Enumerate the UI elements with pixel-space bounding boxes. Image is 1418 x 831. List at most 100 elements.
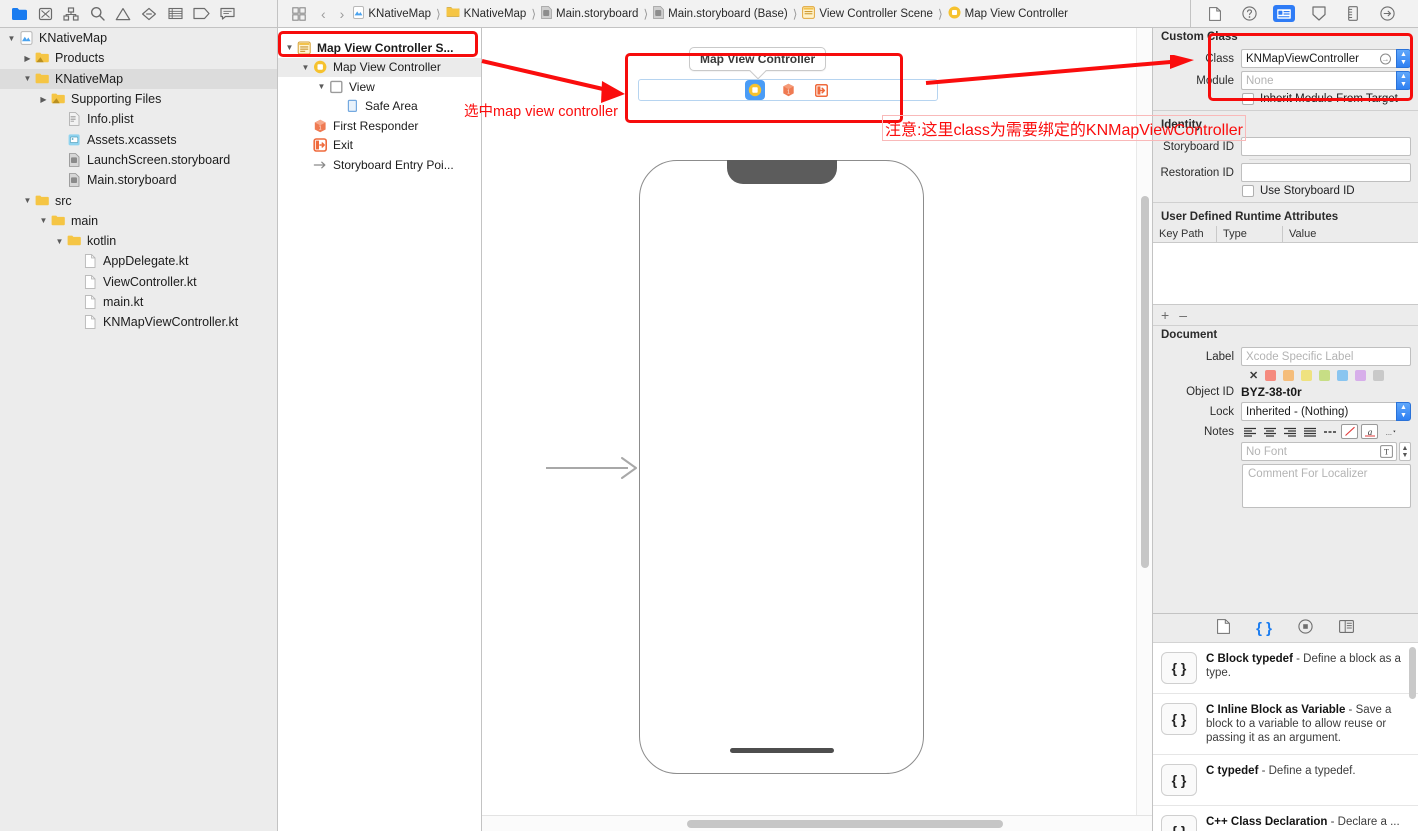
storyboard-id-input[interactable]	[1241, 137, 1411, 156]
project-navigator[interactable]: ▼ KNativeMap ▶ Products ▼ KNativeMap ▶ Supporti…	[0, 28, 278, 831]
restoration-id-input[interactable]	[1241, 163, 1411, 182]
outline-item[interactable]: 1 First Responder	[278, 116, 481, 136]
outline-item[interactable]: Exit	[278, 136, 481, 156]
use-storyboard-id-row[interactable]: Use Storyboard ID	[1153, 185, 1418, 197]
navigator-item[interactable]: ViewController.kt	[0, 272, 277, 292]
canvas-horizontal-scrollbar[interactable]	[482, 815, 1152, 831]
navigator-item[interactable]: KNMapViewController.kt	[0, 312, 277, 332]
interface-builder-canvas[interactable]: Map View Controller 1	[482, 28, 1152, 831]
connections-inspector-icon[interactable]	[1377, 4, 1397, 24]
outline-item[interactable]: ▼ Map View Controller	[278, 57, 481, 77]
library-item[interactable]: { } C++ Class Declaration - Declare a ...	[1153, 806, 1418, 831]
breadcrumb-item-1[interactable]: KNativeMap	[446, 6, 526, 21]
code-snippet-library-tab[interactable]: { }	[1256, 620, 1272, 637]
identity-inspector-panel[interactable]: Custom Class Class KNMapViewController →…	[1152, 28, 1418, 831]
color-swatch-orange[interactable]	[1283, 370, 1295, 381]
disclosure-triangle[interactable]: ▼	[300, 62, 311, 73]
outline-item[interactable]: ▼ Map View Controller S...	[278, 38, 481, 58]
module-input[interactable]: None	[1241, 71, 1396, 90]
report-message-icon[interactable]	[214, 4, 240, 24]
file-inspector-icon[interactable]	[1205, 4, 1225, 24]
navigator-item[interactable]: ▼ KNativeMap	[0, 28, 277, 48]
font-input[interactable]: No Font T	[1241, 442, 1397, 461]
navigator-item[interactable]: ▼ main	[0, 211, 277, 231]
disclosure-triangle[interactable]: ▼	[22, 73, 33, 84]
class-clear-icon[interactable]: →	[1380, 53, 1391, 64]
navigator-item[interactable]: Info.plist	[0, 109, 277, 129]
dashed-line-icon[interactable]	[1321, 424, 1338, 439]
font-size-stepper[interactable]: ▲ ▼	[1399, 442, 1411, 461]
lock-combo[interactable]: Inherited - (Nothing) ▲ ▼	[1241, 402, 1411, 421]
test-diamond-icon[interactable]	[136, 4, 162, 24]
color-swatch-gray[interactable]	[1373, 370, 1385, 381]
label-input[interactable]: Xcode Specific Label	[1241, 347, 1411, 366]
disclosure-triangle[interactable]: ▼	[38, 215, 49, 226]
comment-for-localizer-input[interactable]: Comment For Localizer	[1242, 464, 1411, 508]
disclosure-triangle[interactable]: ▼	[54, 236, 65, 247]
canvas-vertical-scrollbar[interactable]	[1136, 28, 1152, 815]
source-control-navigator-icon[interactable]	[32, 4, 58, 24]
color-swatch-yellow[interactable]	[1301, 370, 1313, 381]
library-list[interactable]: { } C Block typedef - Define a block as a…	[1153, 642, 1418, 831]
file-template-library-tab[interactable]	[1217, 619, 1230, 637]
disclosure-triangle[interactable]: ▶	[22, 53, 33, 64]
library-scrollbar-thumb[interactable]	[1409, 647, 1416, 699]
module-combo[interactable]: None ▲ ▼	[1241, 71, 1411, 90]
disclosure-triangle[interactable]: ▼	[6, 33, 17, 44]
navigator-item[interactable]: ▼ kotlin	[0, 231, 277, 251]
outline-item[interactable]: Storyboard Entry Poi...	[278, 155, 481, 175]
view-controller-dock-icon[interactable]	[745, 80, 765, 100]
module-dropdown-button[interactable]: ▲ ▼	[1396, 71, 1411, 90]
quick-help-inspector-icon[interactable]	[1239, 4, 1259, 24]
navigator-item[interactable]: ▶ Supporting Files	[0, 89, 277, 109]
inherit-module-row[interactable]: Inherit Module From Target	[1153, 93, 1418, 105]
class-dropdown-button[interactable]: ▲ ▼	[1396, 49, 1411, 68]
size-inspector-icon[interactable]	[1343, 4, 1363, 24]
first-responder-dock-icon[interactable]: 1	[778, 80, 798, 100]
more-options-icon[interactable]: ...	[1381, 424, 1398, 439]
library-item[interactable]: { } C typedef - Define a typedef.	[1153, 755, 1418, 806]
search-icon[interactable]	[84, 4, 110, 24]
breadcrumb-item-5[interactable]: Map View Controller	[948, 6, 1068, 22]
breadcrumb-item-2[interactable]: Main.storyboard	[541, 5, 638, 22]
grid-toggle-icon[interactable]	[286, 4, 312, 24]
scrollbar-thumb[interactable]	[687, 820, 1003, 828]
clear-color-icon[interactable]: ✕	[1249, 369, 1258, 382]
color-swatch-blue[interactable]	[1337, 370, 1349, 381]
remove-attribute-button[interactable]: –	[1179, 307, 1187, 323]
object-library-tab[interactable]	[1298, 619, 1313, 637]
font-panel-icon[interactable]: T	[1380, 445, 1393, 461]
warning-triangle-icon[interactable]	[110, 4, 136, 24]
inherit-module-checkbox[interactable]	[1242, 93, 1254, 105]
navigator-item[interactable]: LaunchScreen.storyboard	[0, 150, 277, 170]
scene-dock-bar[interactable]: 1	[638, 79, 938, 101]
scene-title-flag[interactable]: Map View Controller	[689, 47, 827, 71]
user-defined-table-body[interactable]	[1153, 243, 1418, 305]
breadcrumb-item-4[interactable]: View Controller Scene	[802, 5, 933, 22]
navigator-item[interactable]: ▼ KNativeMap	[0, 68, 277, 89]
media-library-tab[interactable]	[1338, 620, 1354, 636]
breadcrumb-item-3[interactable]: Main.storyboard (Base)	[653, 5, 788, 22]
align-justify-icon[interactable]	[1301, 424, 1318, 439]
disclosure-triangle[interactable]: ▼	[284, 42, 295, 53]
device-canvas[interactable]	[639, 160, 924, 774]
outline-item[interactable]: ▼ View	[278, 77, 481, 97]
align-right-icon[interactable]	[1281, 424, 1298, 439]
color-swatch-purple[interactable]	[1355, 370, 1367, 381]
document-outline[interactable]: ▼ Map View Controller S... ▼ Map View Contr…	[278, 28, 482, 831]
project-navigator-icon[interactable]	[6, 4, 32, 24]
outline-item[interactable]: Safe Area	[278, 97, 481, 117]
identity-inspector-icon[interactable]	[1273, 5, 1295, 22]
library-item[interactable]: { } C Block typedef - Define a block as a…	[1153, 643, 1418, 694]
color-swatch-red[interactable]	[1265, 370, 1277, 381]
exit-dock-icon[interactable]	[811, 80, 831, 100]
back-button[interactable]: ‹	[316, 6, 331, 22]
add-attribute-button[interactable]: +	[1161, 307, 1169, 323]
align-left-icon[interactable]	[1241, 424, 1258, 439]
navigator-item[interactable]: ▶ Products	[0, 48, 277, 68]
navigator-item[interactable]: AppDelegate.kt	[0, 251, 277, 271]
symbol-navigator-icon[interactable]	[58, 4, 84, 24]
forward-button[interactable]: ›	[335, 6, 350, 22]
navigator-item[interactable]: Main.storyboard	[0, 170, 277, 190]
disclosure-triangle[interactable]: ▶	[38, 94, 49, 105]
